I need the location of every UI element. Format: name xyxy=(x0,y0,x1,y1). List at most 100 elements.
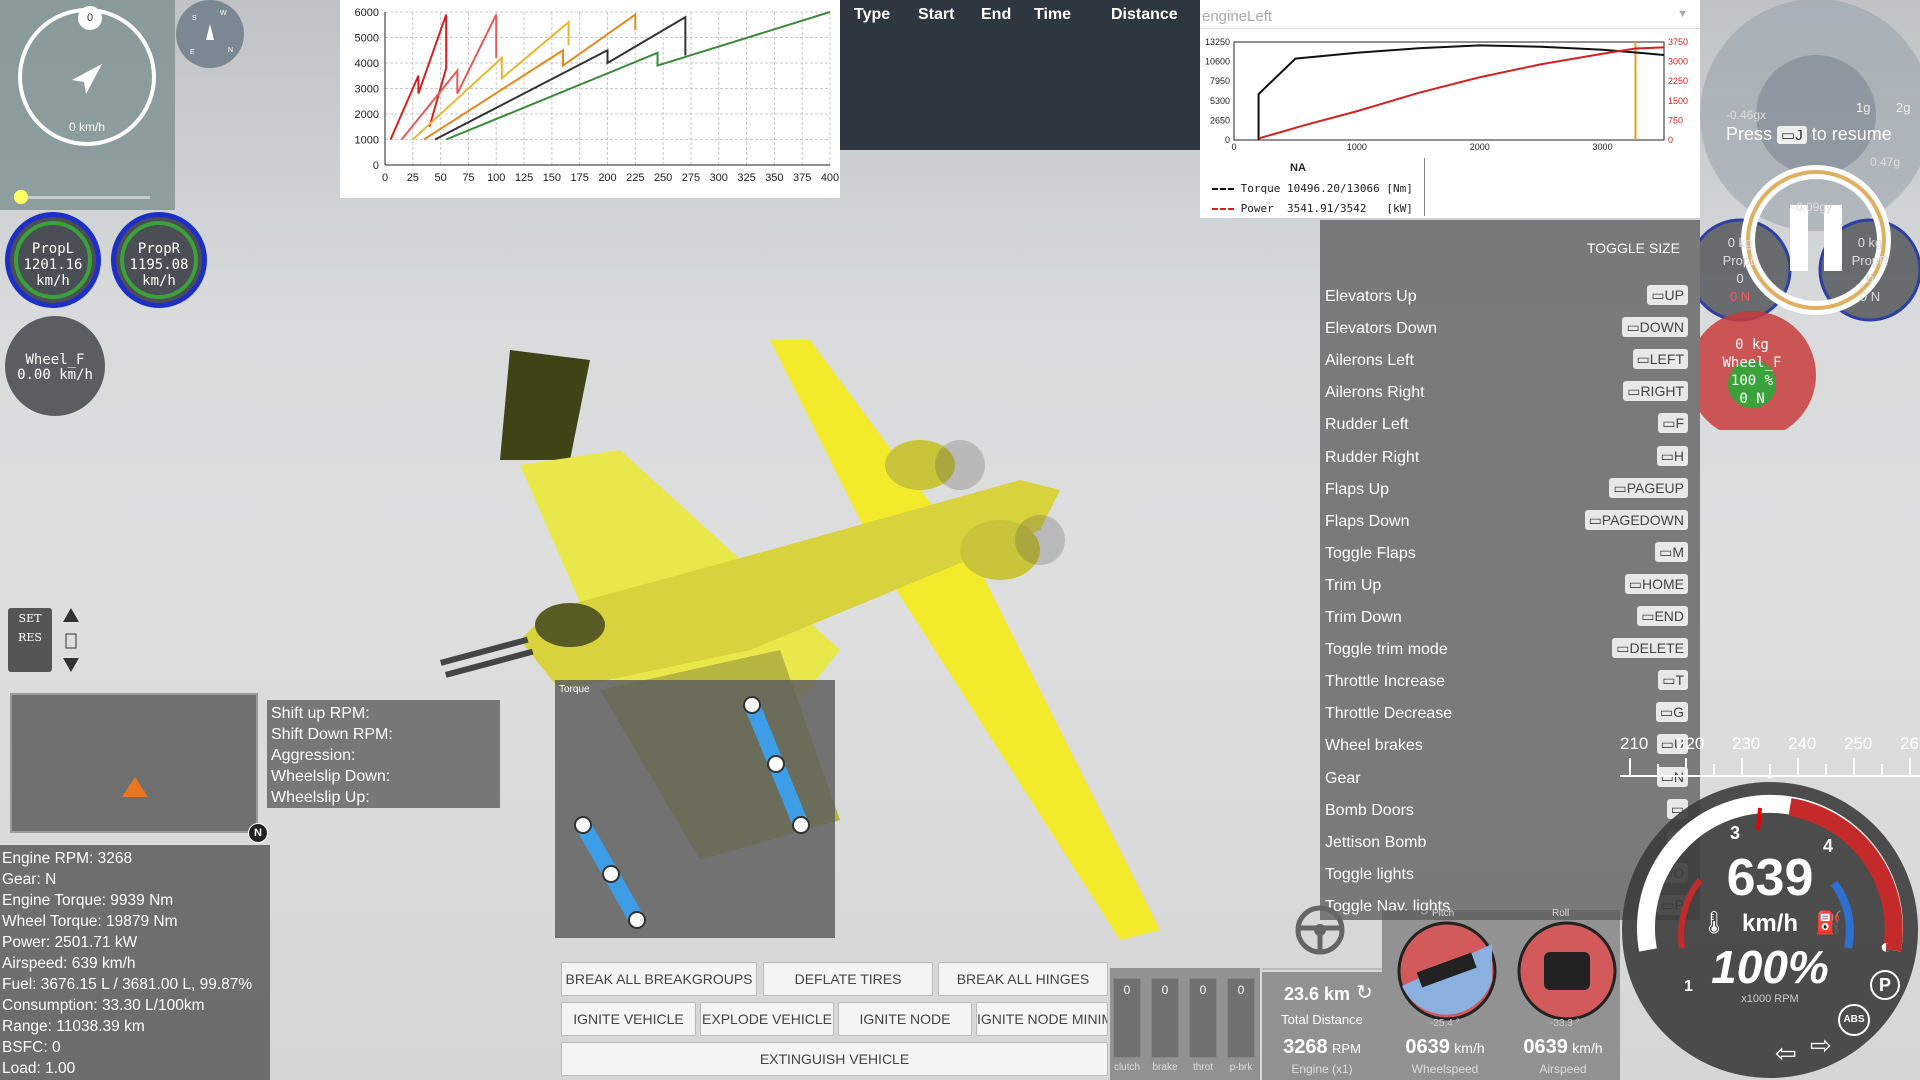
ignite-vehicle-button[interactable]: IGNITE VEHICLE xyxy=(561,1002,696,1036)
brake-bar: 0 brake xyxy=(1151,978,1179,1073)
pause-resume-hint[interactable]: Press ▭J to resume xyxy=(1726,124,1892,145)
drivetrain-diagram xyxy=(574,696,810,929)
reset-icon[interactable]: ↻ xyxy=(1356,980,1373,1005)
y-right-tick-label: 0 xyxy=(1668,135,1673,145)
info-line: Wheel Torque: 19879 Nm xyxy=(2,913,178,930)
keybind-label: Bomb Doors xyxy=(1325,801,1414,819)
keybind-key: ▭RIGHT xyxy=(1623,381,1688,402)
keybind-row[interactable]: Elevators Down ▭DOWN xyxy=(1325,314,1688,346)
info-line: Airspeed: 639 km/h xyxy=(2,955,136,972)
keybind-key-label: F xyxy=(1675,415,1684,432)
info-line: Consumption: 33.30 L/100km xyxy=(2,997,205,1014)
press-label: Press xyxy=(1726,124,1773,144)
pitch-label: Pitch xyxy=(1432,908,1455,919)
y-left-tick-label: 10600 xyxy=(1205,57,1230,67)
ignite-node-minimal-button[interactable]: IGNITE NODE MINIM xyxy=(976,1002,1108,1036)
pause-overlay: -0.46gx 1g 2g 0.47g -0.09gy Press ▭J to … xyxy=(1700,0,1920,430)
extinguish-vehicle-button[interactable]: EXTINGUISH VEHICLE xyxy=(561,1042,1108,1076)
keybind-key: ▭F xyxy=(1658,413,1688,434)
keybind-row[interactable]: Trim Up ▭HOME xyxy=(1325,571,1688,603)
keybind-label: Elevators Down xyxy=(1325,320,1438,338)
roll-indicator xyxy=(1517,921,1617,1021)
y-tick-label: 5000 xyxy=(355,33,379,45)
trip-table: Type Start End Time Distance xyxy=(840,0,1200,150)
keyboard-icon: ▭ xyxy=(1641,608,1655,624)
heading-ticks xyxy=(1620,758,1920,778)
airspeed-unit: km/h xyxy=(1572,1040,1603,1056)
heading-tape-label: 230 xyxy=(1732,734,1761,753)
break-all-breakgroups-button[interactable]: BREAK ALL BREAKGROUPS xyxy=(561,962,757,996)
keybind-key-label: T xyxy=(1675,672,1684,689)
svg-text:W: W xyxy=(220,10,227,17)
keybind-row[interactable]: Flaps Down ▭PAGEDOWN xyxy=(1325,507,1688,539)
keybind-row[interactable]: Throttle Increase ▭T xyxy=(1325,667,1688,699)
steering-wheel-icon xyxy=(1295,905,1345,955)
cruise-arrows-icon[interactable] xyxy=(60,606,82,676)
keybind-key: ▭DOWN xyxy=(1622,317,1688,338)
gauge-mark-1: 1 xyxy=(1684,978,1693,995)
keybind-label: Toggle Flaps xyxy=(1325,544,1416,562)
speed-dial: 0 0 km/h xyxy=(18,6,156,146)
x-tick-label: 225 xyxy=(626,172,644,184)
total-distance-value: 23.6 km xyxy=(1284,984,1351,1004)
engine-rpm-label: Engine (x1) xyxy=(1291,1062,1353,1076)
engine-rpm-value: 3268 xyxy=(1283,1036,1328,1058)
throttle-value: 0 xyxy=(1199,983,1207,997)
keybind-key: ▭PAGEDOWN xyxy=(1584,509,1688,530)
explode-vehicle-button[interactable]: EXPLODE VEHICLE xyxy=(700,1002,834,1036)
resume-key: J xyxy=(1795,127,1803,144)
keybind-row[interactable]: Toggle trim mode ▭DELETE xyxy=(1325,635,1688,667)
series-line xyxy=(389,14,448,140)
headlight-icon: ◐ xyxy=(1880,936,1893,958)
keybind-label: Flaps Up xyxy=(1325,480,1390,498)
x-tick-label: 1000 xyxy=(1347,142,1367,152)
keybind-label: Trim Up xyxy=(1325,576,1382,594)
speed-slider[interactable] xyxy=(14,190,150,204)
prop-right-name: PropR xyxy=(137,241,181,257)
rpm-unit: x1000 RPM xyxy=(1741,993,1799,1005)
keybind-label: Throttle Decrease xyxy=(1325,705,1453,723)
keybind-key: ▭END xyxy=(1637,606,1688,626)
temperature-icon: 🌡 xyxy=(1700,910,1728,935)
keybind-row[interactable]: Ailerons Left ▭LEFT xyxy=(1325,346,1688,378)
fuel-icon: ⛽ xyxy=(1815,910,1843,935)
info-line: Fuel: 3676.15 L / 3681.00 L, 99.87% xyxy=(2,976,253,993)
deflate-tires-button[interactable]: DEFLATE TIRES xyxy=(763,962,933,996)
pitch-indicator xyxy=(1397,921,1497,1021)
wheel-force-n: 0 N xyxy=(1739,391,1765,407)
cruise-set-button[interactable]: SET xyxy=(8,612,52,625)
engine-rpm-unit: RPM xyxy=(1332,1041,1361,1056)
keybind-key-label: HOME xyxy=(1642,575,1684,592)
keybind-row[interactable]: Throttle Decrease ▭G xyxy=(1325,699,1688,731)
y-tick-label: 2000 xyxy=(355,109,379,121)
keybind-row[interactable]: Trim Down ▭END xyxy=(1325,603,1688,635)
keyboard-icon: ▭ xyxy=(1627,383,1641,400)
minimap[interactable]: N xyxy=(10,693,268,843)
clutch-value: 0 xyxy=(1123,983,1131,997)
keybind-label: Wheel brakes xyxy=(1325,737,1423,755)
info-line: Gear: N xyxy=(2,871,57,888)
pitch-value: -25.4 ° xyxy=(1430,1018,1460,1029)
break-all-hinges-button[interactable]: BREAK ALL HINGES xyxy=(938,962,1108,996)
abs-indicator: ABS xyxy=(1838,1004,1870,1036)
keybind-row[interactable]: Elevators Up ▭UP xyxy=(1325,282,1688,314)
keybind-row[interactable]: Toggle Flaps ▭M xyxy=(1325,539,1688,571)
compass: S W N E xyxy=(176,0,244,68)
keybind-row[interactable]: Rudder Right ▭H xyxy=(1325,443,1688,475)
wheel-front-gauge: Wheel_F 0.00 km/h xyxy=(5,316,105,416)
heading-tape-label: 26 xyxy=(1900,734,1919,753)
prop-left-value: 1201.16 km/h xyxy=(23,257,83,289)
keybind-row[interactable]: Ailerons Right ▭RIGHT xyxy=(1325,378,1688,410)
airspeed-value: 0639 xyxy=(1523,1036,1568,1058)
cruise-res-button[interactable]: RES xyxy=(8,631,52,644)
engine-select[interactable]: engineLeft ▼ xyxy=(1200,0,1700,29)
ignite-node-button[interactable]: IGNITE NODE xyxy=(838,1002,972,1036)
keybind-row[interactable]: Rudder Left ▭F xyxy=(1325,410,1688,442)
vehicle-info-panel: Engine RPM: 3268 Gear: N Engine Torque: 99… xyxy=(0,845,270,1080)
keyboard-icon: ▭ xyxy=(1660,447,1674,464)
side-gauge-left: 0 kg PropL 0 0 N xyxy=(1702,234,1778,306)
keybind-row[interactable]: Flaps Up ▭PAGEUP xyxy=(1325,475,1688,507)
engine-select-value: engineLeft xyxy=(1202,8,1273,25)
toggle-size-button[interactable]: TOGGLE SIZE xyxy=(1587,240,1680,256)
x-tick-label: 300 xyxy=(710,172,728,184)
